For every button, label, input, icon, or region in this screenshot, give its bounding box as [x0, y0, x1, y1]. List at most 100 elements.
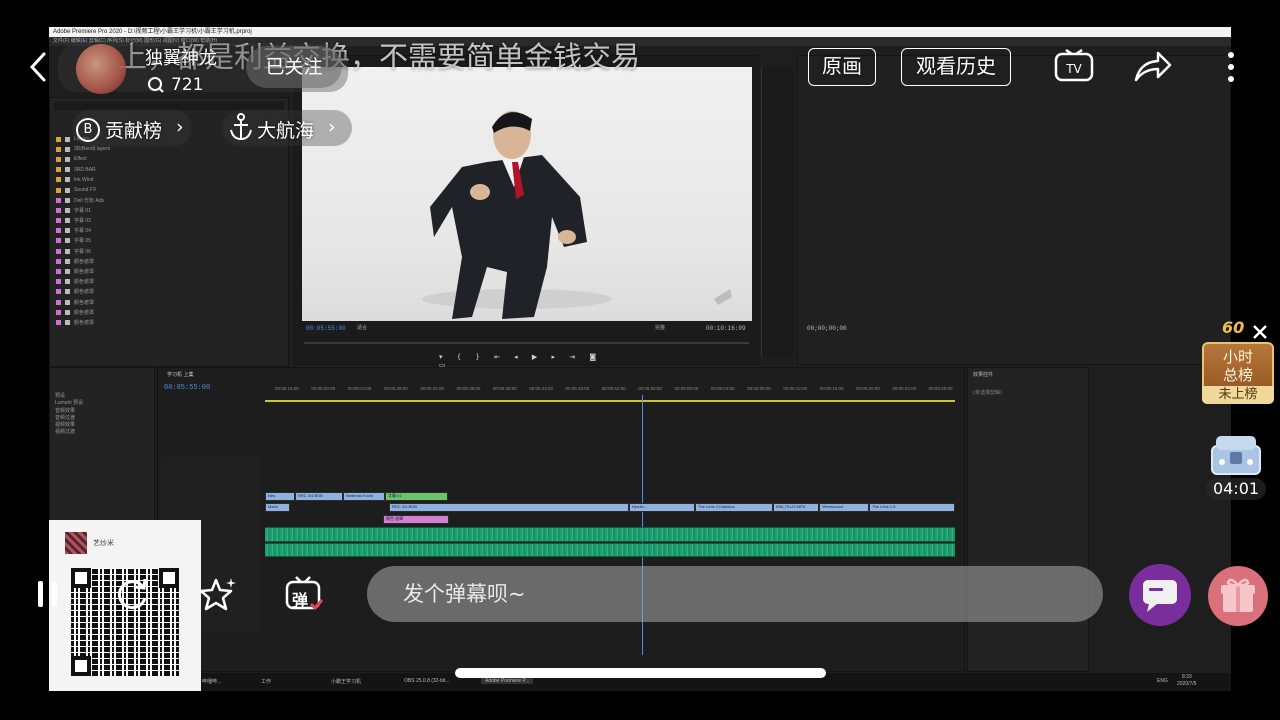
taskbar-item[interactable]: Adobe Premiere P...	[481, 678, 534, 684]
timeline-clip[interactable]: Hyrule...	[629, 503, 695, 512]
work-area-bar[interactable]	[265, 400, 955, 402]
resolution-dropdown[interactable]: 完整	[655, 324, 665, 331]
treasure-chest-button[interactable]	[1206, 432, 1266, 478]
qr-avatar	[65, 532, 87, 554]
streamer-name[interactable]: 独翼神龙	[145, 44, 217, 70]
project-row[interactable]: Sound FX	[50, 185, 288, 195]
program-monitor-preview	[302, 67, 752, 321]
follow-button-label: 已关注	[265, 56, 323, 78]
program-playhead-bar[interactable]	[304, 342, 749, 344]
follow-button[interactable]: 已关注	[246, 46, 342, 88]
effects-toggle-button[interactable]	[198, 574, 238, 614]
ime-indicator[interactable]: ENG	[1157, 678, 1168, 684]
voyage-rank-link[interactable]: 大航海 ›	[222, 110, 352, 146]
rank-number: 60	[1222, 318, 1245, 337]
project-row[interactable]: 字幕 04	[50, 226, 288, 236]
timeline-clip[interactable]: The Lens 3 Kaleidos..	[695, 503, 773, 512]
chevron-right-icon: ›	[176, 116, 184, 138]
danmaku-toggle-button[interactable]: 弹	[284, 574, 324, 614]
quality-original-button[interactable]: 原画	[808, 48, 876, 86]
effects-item[interactable]: Lumetri 预设	[55, 400, 83, 407]
project-row[interactable]: 颜色遮罩	[50, 297, 288, 307]
ruler-label: 00:05:20:00	[311, 386, 336, 391]
gift-button[interactable]	[1208, 566, 1268, 626]
timeline-clip[interactable]: RRC 3/4 BOB	[389, 503, 629, 512]
project-row[interactable]: 颜色遮罩	[50, 277, 288, 287]
taskbar-item[interactable]: OBS 25.0.8 (32-bit...	[404, 678, 450, 684]
timeline-panel	[157, 367, 965, 672]
timeline-clip[interactable]: Yiteresound	[819, 503, 869, 512]
project-row[interactable]: 字幕 02	[50, 216, 288, 226]
pause-button[interactable]	[34, 578, 62, 610]
timeline-ruler[interactable]: 00:05:16:00 00:05:20:00 00:05:24:00 00:05:2…	[265, 384, 955, 398]
contribution-b-icon: B	[76, 118, 100, 142]
project-row[interactable]: Dell 光标 Ads	[50, 195, 288, 205]
voyage-rank-label: 大航海	[257, 120, 315, 142]
project-row[interactable]: 颜色遮罩	[50, 307, 288, 317]
taskbar-item[interactable]: 工作	[261, 678, 271, 685]
sequence-tab[interactable]: 学习机 上集	[167, 371, 194, 378]
program-transport-controls[interactable]: ▾ { } ⇤ ◂ ▶ ▸ ⇥ ◙ ▭	[439, 353, 609, 369]
timeline-clip[interactable]: 颜色 遮罩	[383, 515, 449, 524]
timeline-clip[interactable]: IBM_PLUS.MP4	[773, 503, 819, 512]
close-rank-button[interactable]	[1248, 320, 1272, 344]
svg-text:TV: TV	[1065, 62, 1082, 76]
timeline-clip[interactable]: Nes	[265, 492, 295, 501]
anchor-icon	[228, 112, 254, 146]
danmaku-toggle-label: 弹	[292, 591, 309, 610]
project-row[interactable]: 字幕 01	[50, 205, 288, 215]
effects-item[interactable]: 视频过渡	[55, 429, 83, 436]
contribution-rank-link[interactable]: B 贡献榜 ›	[72, 110, 192, 146]
danmaku-send-button[interactable]	[1129, 564, 1191, 626]
project-search-input[interactable]	[54, 102, 284, 110]
tv-cast-button[interactable]: TV	[1053, 48, 1095, 86]
project-row[interactable]: Effect	[50, 154, 288, 164]
danmaku-input[interactable]: 发个弹幕呗~	[367, 566, 1103, 622]
fit-dropdown[interactable]: 适合	[357, 324, 367, 331]
chevron-right-icon: ›	[328, 116, 336, 138]
timeline-clip[interactable]: 字幕 01	[385, 492, 448, 501]
back-button[interactable]	[24, 50, 52, 84]
project-row[interactable]: 颜色遮罩	[50, 317, 288, 327]
refresh-button[interactable]	[112, 574, 152, 614]
timeline-clip[interactable]: RRC 3/4 BOB	[295, 492, 343, 501]
project-row[interactable]: 颜色遮罩	[50, 256, 288, 266]
avatar[interactable]	[76, 44, 126, 94]
watch-history-button[interactable]: 观看历史	[901, 48, 1011, 86]
ruler-label: 00:06:16:00	[819, 386, 844, 391]
share-button[interactable]	[1132, 50, 1174, 84]
ruler-label: 00:06:24:00	[892, 386, 917, 391]
audio-track-a2[interactable]	[265, 543, 955, 557]
project-row[interactable]: 3RD BAR	[50, 165, 288, 175]
project-row[interactable]: 颜色遮罩	[50, 266, 288, 276]
project-row[interactable]: 字幕 05	[50, 236, 288, 246]
project-row[interactable]: 颜色遮罩	[50, 287, 288, 297]
qr-finder	[71, 656, 91, 676]
taskbar-item[interactable]: 哔哩哔...	[202, 678, 221, 685]
tv-icon: TV	[1054, 48, 1094, 82]
ruler-label: 00:06:28:00	[928, 386, 953, 391]
audio-track-a1[interactable]	[265, 527, 955, 542]
effects-item[interactable]: 音频效果	[55, 408, 83, 415]
ruler-label: 00:05:16:00	[275, 386, 299, 391]
more-menu-button[interactable]	[1224, 50, 1238, 86]
qr-finder	[159, 568, 179, 588]
project-row[interactable]: Ink Wind	[50, 175, 288, 185]
taskbar-clock-time: 8:33	[1182, 674, 1192, 680]
rank-title-line2: 总榜	[1222, 366, 1253, 384]
share-arrow-icon	[1134, 51, 1172, 82]
sequence-timecode[interactable]: 00:05:55:00	[164, 384, 210, 392]
effects-panel	[967, 367, 1089, 672]
timeline-clip[interactable]: Mario	[265, 503, 290, 512]
back-arrow-icon	[29, 52, 46, 82]
taskbar-item[interactable]: 小霸王学习机	[331, 678, 361, 685]
project-row[interactable]: 字幕 06	[50, 246, 288, 256]
home-indicator[interactable]	[455, 668, 826, 678]
timeline-clip[interactable]: The Lens 1.5	[869, 503, 955, 512]
ruler-label: 00:05:48:00	[565, 386, 590, 391]
timeline-clip[interactable]: Nintendo Exchi	[343, 492, 385, 501]
ruler-label: 00:05:36:00	[456, 386, 481, 391]
treasure-timer: 04:01	[1206, 478, 1266, 500]
program-timecode[interactable]: 00:05:55:00	[306, 325, 346, 332]
source-timecode: 00;00;00;00	[807, 325, 847, 332]
